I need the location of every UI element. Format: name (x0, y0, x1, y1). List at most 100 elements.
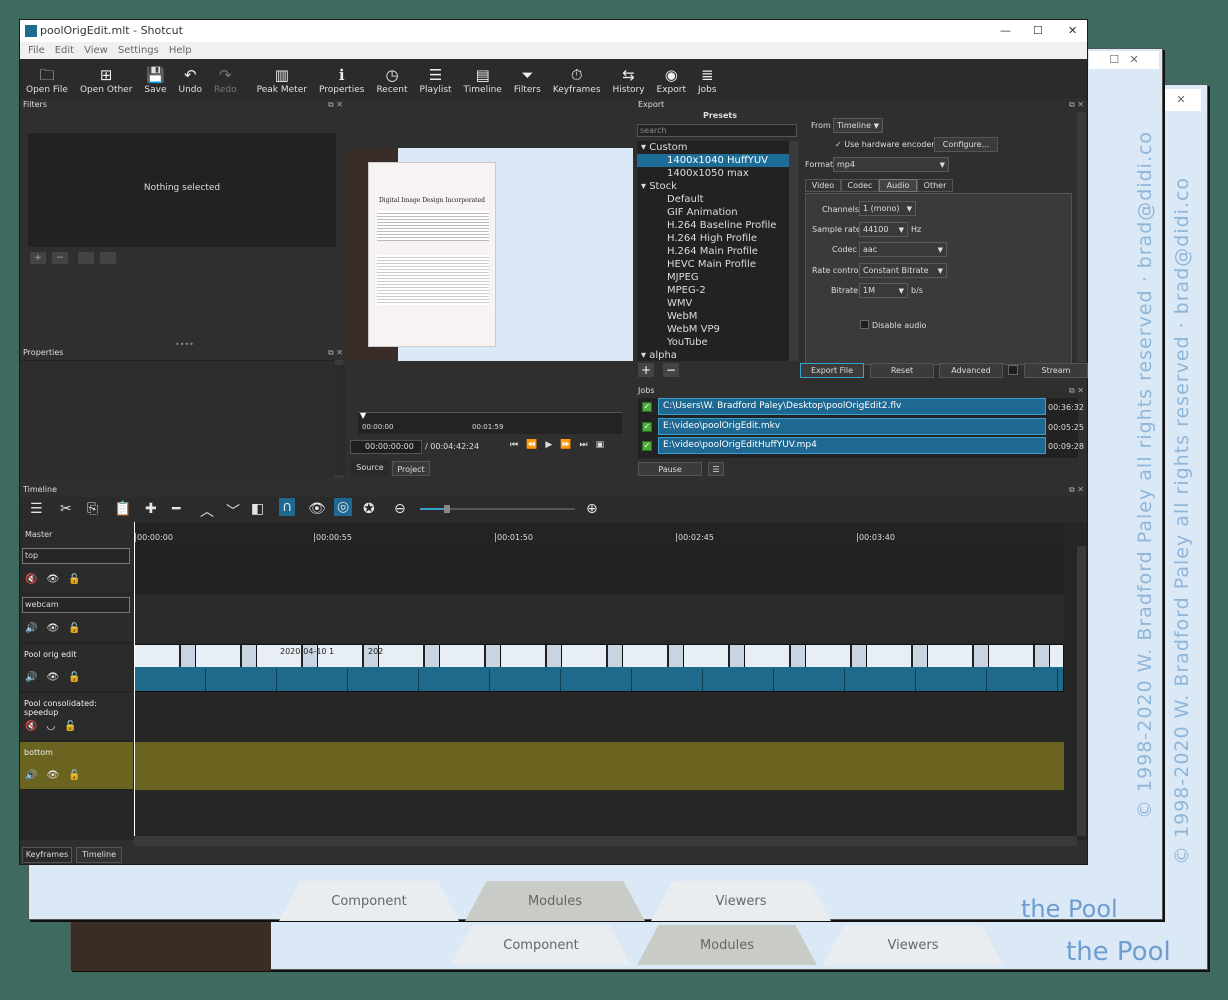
menu-file[interactable]: File (28, 45, 45, 56)
skip-end-icon[interactable]: ⏭ (579, 440, 587, 450)
peak-meter-button[interactable]: ▥ Peak Meter (251, 59, 313, 99)
disable-audio-checkbox[interactable] (860, 320, 869, 329)
playlist-button[interactable]: ☰ Playlist (414, 59, 458, 99)
preset-item[interactable]: WebM VP9 (637, 323, 798, 336)
snap-icon[interactable]: ∩ (279, 498, 296, 516)
export-button[interactable]: ◉ Export (651, 59, 692, 99)
preset-group[interactable]: ▾ Stock (637, 180, 798, 193)
preset-item[interactable]: HEVC Main Profile (637, 258, 798, 271)
preset-item[interactable]: WebM (637, 310, 798, 323)
preset-group[interactable]: ▾ Custom (637, 141, 798, 154)
preset-item[interactable]: GIF Animation (637, 206, 798, 219)
undo-button[interactable]: ↶ Undo (173, 59, 209, 99)
mute-icon[interactable]: 🔇 (25, 721, 37, 732)
rewind-icon[interactable]: ⏪ (526, 440, 537, 450)
eye-icon[interactable]: 👁 (46, 574, 59, 585)
jobs-button[interactable]: ≣ Jobs (692, 59, 723, 99)
eye-icon[interactable]: 👁 (46, 623, 59, 634)
maximize-button[interactable]: ☐ (1033, 24, 1043, 37)
lock-open-icon[interactable]: 🔓 (68, 574, 80, 585)
rate-control-select[interactable]: Constant Bitrate ▼ (859, 263, 947, 278)
history-button[interactable]: ⇆ History (607, 59, 651, 99)
append-icon[interactable]: ✚ (145, 501, 157, 517)
speaker-icon[interactable]: 🔊 (25, 770, 37, 781)
mute-icon[interactable]: 🔇 (25, 574, 37, 585)
preset-item[interactable]: 1400x1050 max (637, 167, 798, 180)
menu-settings[interactable]: Settings (118, 45, 159, 56)
presets-scrollbar[interactable] (789, 141, 798, 361)
preset-group[interactable]: ▾ alpha (637, 349, 798, 361)
job-row[interactable]: C:\Users\W. Bradford Paley\Desktop\poolO… (658, 398, 1046, 415)
track-head-top[interactable]: top 🔇 👁 🔓 (20, 546, 133, 594)
zoom-slider[interactable] (420, 505, 575, 513)
tab-keyframes[interactable]: Keyframes (22, 847, 72, 863)
save-button[interactable]: 💾 Save (138, 59, 172, 99)
recent-button[interactable]: ◷ Recent (370, 59, 413, 99)
from-select[interactable]: Timeline ▼ (833, 118, 883, 133)
job-row[interactable]: E:\video\poolOrigEditHuffYUV.mp4 (658, 437, 1046, 454)
track-head-pool-orig-edit[interactable]: Pool orig edit 🔊 👁 🔓 (20, 644, 133, 692)
panel-float-close-icon[interactable]: ⧉ ✕ (1069, 100, 1084, 110)
codec-select[interactable]: aac ▼ (859, 242, 947, 257)
panel-float-close-icon[interactable]: ⧉ ✕ (1069, 386, 1084, 396)
eye-closed-icon[interactable]: ◡ (46, 721, 55, 732)
menu-icon[interactable]: ☰ (30, 501, 43, 517)
lock-open-icon[interactable]: 🔓 (64, 721, 76, 732)
split-icon[interactable]: ◧ (251, 501, 264, 517)
preset-search[interactable]: search (637, 124, 797, 137)
chevron-down-icon[interactable]: ▾ (641, 350, 649, 361)
keyframes-button[interactable]: ⏱ Keyframes (547, 59, 607, 99)
tab-codec[interactable]: Codec (841, 179, 879, 192)
menu-edit[interactable]: Edit (55, 45, 74, 56)
eye-icon[interactable]: 👁 (46, 770, 59, 781)
remove-preset-button[interactable]: − (663, 363, 679, 377)
preset-item[interactable]: Default (637, 193, 798, 206)
speaker-icon[interactable]: 🔊 (25, 623, 37, 634)
preset-item[interactable]: 1400x1040 HuffYUV (637, 154, 798, 167)
tab-audio[interactable]: Audio (879, 179, 917, 192)
preset-item[interactable]: H.264 Baseline Profile (637, 219, 798, 232)
lock-open-icon[interactable]: 🔓 (68, 672, 80, 683)
timeline-h-scrollbar[interactable] (134, 836, 1077, 846)
export-file-button[interactable]: Export File (800, 363, 864, 378)
stream-button[interactable]: Stream (1024, 363, 1088, 378)
play-icon[interactable]: ▶ (545, 440, 552, 450)
properties-button[interactable]: ℹ Properties (313, 59, 370, 99)
advanced-button[interactable]: Advanced (939, 363, 1003, 378)
open-other-button[interactable]: ⊞ Open Other (74, 59, 138, 99)
tab-video[interactable]: Video (805, 179, 841, 192)
playhead-icon[interactable]: ▼ (360, 411, 366, 420)
zoom-in-icon[interactable]: ⊕ (586, 501, 598, 517)
track-head-pool-consolidated[interactable]: Pool consolidated: speedup 🔇 ◡ 🔓 (20, 693, 133, 741)
preset-item[interactable]: MPEG-2 (637, 284, 798, 297)
stream-checkbox[interactable] (1008, 365, 1018, 375)
timeline-playhead[interactable] (134, 522, 135, 836)
reset-button[interactable]: Reset (870, 363, 934, 378)
track-head-webcam[interactable]: webcam 🔊 👁 🔓 (20, 595, 133, 643)
panel-float-close-icon[interactable]: ⧉ ✕ (328, 348, 343, 358)
preset-item[interactable]: H.264 Main Profile (637, 245, 798, 258)
player-scrollbar[interactable] (335, 365, 345, 475)
add-preset-button[interactable]: + (638, 363, 654, 377)
skip-start-icon[interactable]: ⏮ (510, 440, 518, 450)
configure-button[interactable]: Configure... (934, 137, 998, 152)
pause-button[interactable]: Pause (638, 462, 702, 476)
menu-help[interactable]: Help (169, 45, 192, 56)
zoom-slider-handle[interactable] (444, 505, 450, 513)
jobs-menu-button[interactable]: ☰ (708, 462, 724, 476)
timeline-button[interactable]: ▤ Timeline (458, 59, 508, 99)
preset-item[interactable]: MJPEG (637, 271, 798, 284)
eye-icon[interactable]: 👁 (46, 672, 59, 683)
preset-item[interactable]: WMV (637, 297, 798, 310)
paste-icon[interactable]: 📋 (114, 501, 131, 517)
lock-open-icon[interactable]: 🔓 (68, 770, 80, 781)
tab-source[interactable]: Source (351, 460, 389, 476)
close-button[interactable]: ✕ (1068, 24, 1077, 37)
job-row[interactable]: E:\video\poolOrigEdit.mkv (658, 418, 1046, 435)
sample-rate-field[interactable]: 44100 ▼ (859, 222, 908, 237)
clip-pool-orig-edit[interactable]: 2020-04-10 1 202 (134, 644, 1064, 692)
panel-float-close-icon[interactable]: ⧉ ✕ (1069, 485, 1084, 495)
track-head-bottom[interactable]: bottom 🔊 👁 🔓 (20, 742, 133, 790)
paste-filter-button[interactable] (100, 252, 116, 264)
grid-icon[interactable]: ▣ (596, 440, 605, 450)
